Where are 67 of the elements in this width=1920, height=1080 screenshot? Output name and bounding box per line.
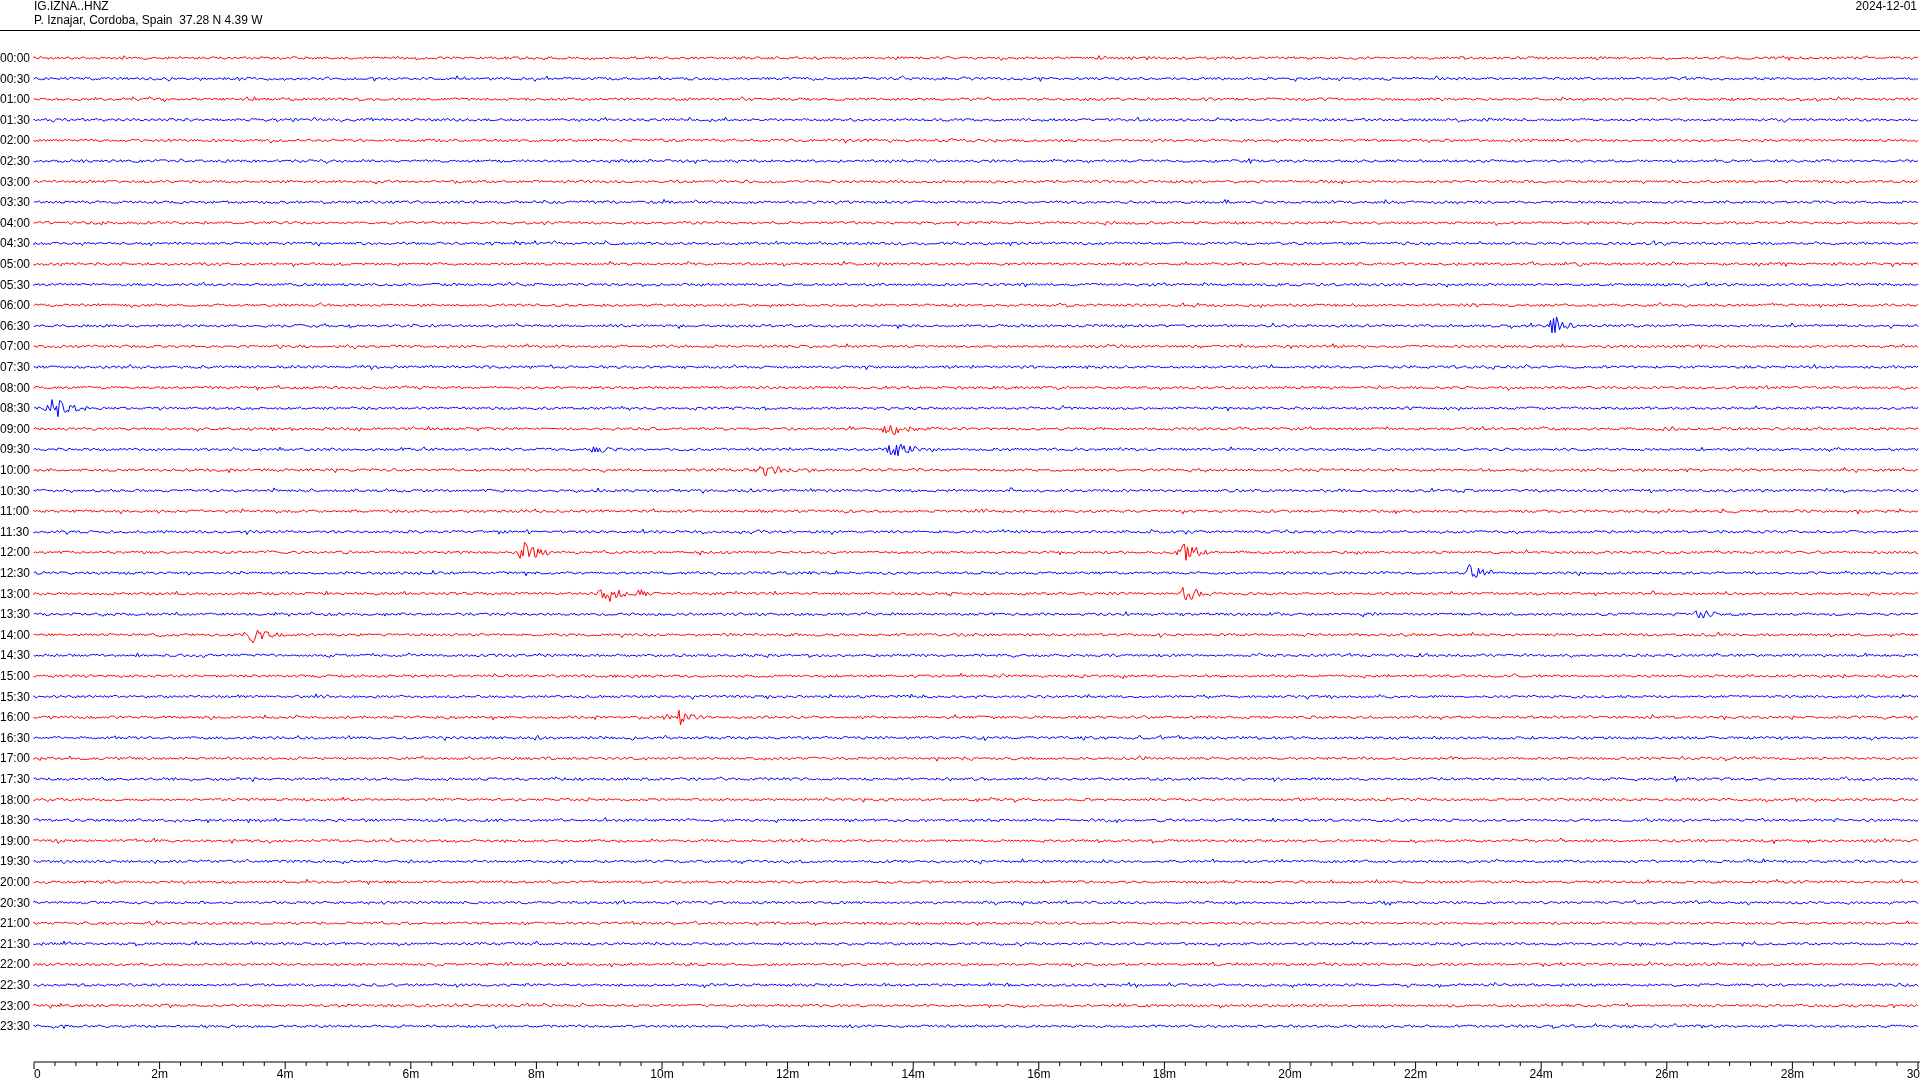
time-label: 04:00 bbox=[0, 215, 31, 230]
time-label: 06:00 bbox=[0, 298, 31, 313]
time-label: 11:30 bbox=[0, 524, 30, 539]
time-label: 13:00 bbox=[0, 586, 31, 601]
time-label: 09:30 bbox=[0, 442, 31, 457]
axis-tick-label: 24m bbox=[1529, 1067, 1553, 1080]
axis-tick-label: 20m bbox=[1278, 1067, 1302, 1080]
time-label: 02:00 bbox=[0, 133, 31, 148]
axis-tick-label: 10m bbox=[650, 1067, 674, 1080]
time-label: 08:00 bbox=[0, 380, 31, 395]
time-label: 18:30 bbox=[0, 813, 31, 828]
time-label: 14:30 bbox=[0, 648, 31, 663]
time-label: 00:30 bbox=[0, 71, 31, 86]
time-label: 15:00 bbox=[0, 669, 31, 683]
time-label: 04:30 bbox=[0, 236, 31, 251]
time-label: 01:00 bbox=[0, 92, 31, 107]
time-label: 05:30 bbox=[0, 277, 31, 292]
time-label: 12:30 bbox=[0, 566, 31, 580]
time-label: 09:00 bbox=[0, 421, 31, 436]
time-label: 21:30 bbox=[0, 936, 31, 951]
time-label: 12:00 bbox=[0, 545, 31, 560]
axis-tick-label: 8m bbox=[528, 1067, 545, 1080]
time-label: 19:00 bbox=[0, 833, 31, 848]
time-label: 23:00 bbox=[0, 998, 31, 1013]
axis-tick-label: 0 bbox=[34, 1067, 41, 1080]
axis-tick-label: 4m bbox=[276, 1067, 294, 1080]
time-label: 23:30 bbox=[0, 1019, 31, 1034]
time-label: 22:00 bbox=[0, 957, 31, 972]
time-label: 03:30 bbox=[0, 195, 31, 210]
station-code: IG.IZNA..HNZ bbox=[34, 0, 109, 13]
axis-tick-label: 30 bbox=[1906, 1067, 1920, 1080]
axis-tick-label: 2m bbox=[151, 1067, 168, 1080]
axis-tick-label: 12m bbox=[775, 1067, 800, 1080]
time-label: 19:30 bbox=[0, 854, 31, 869]
time-label: 07:30 bbox=[0, 360, 31, 374]
time-label: 10:00 bbox=[0, 463, 31, 477]
time-label: 17:00 bbox=[0, 751, 31, 766]
time-label: 11:00 bbox=[0, 504, 30, 519]
time-label: 00:00 bbox=[0, 51, 31, 65]
axis-tick-label: 18m bbox=[1152, 1067, 1177, 1080]
axis-tick-label: 6m bbox=[402, 1067, 420, 1080]
time-label: 10:30 bbox=[0, 483, 31, 498]
time-label: 13:30 bbox=[0, 607, 31, 622]
time-label: 01:30 bbox=[0, 112, 31, 127]
plot-date: 2024-12-01 bbox=[1855, 0, 1917, 13]
time-label: 20:00 bbox=[0, 875, 31, 889]
time-label: 22:30 bbox=[0, 978, 31, 992]
time-label: 21:00 bbox=[0, 916, 31, 931]
time-label: 17:30 bbox=[0, 772, 31, 786]
axis-tick-label: 28m bbox=[1780, 1067, 1805, 1080]
time-label: 03:00 bbox=[0, 174, 31, 189]
axis-tick-label: 16m bbox=[1027, 1067, 1051, 1080]
time-label: 05:00 bbox=[0, 257, 31, 271]
time-label: 02:30 bbox=[0, 154, 31, 168]
time-label: 16:00 bbox=[0, 710, 31, 725]
axis-tick-label: 14m bbox=[901, 1067, 925, 1080]
time-label: 07:00 bbox=[0, 339, 31, 354]
axis-tick-label: 22m bbox=[1403, 1067, 1428, 1080]
axis-tick-label: 26m bbox=[1655, 1067, 1679, 1080]
time-label: 20:30 bbox=[0, 895, 31, 910]
time-label: 18:00 bbox=[0, 792, 31, 807]
time-label: 15:30 bbox=[0, 689, 31, 704]
time-label: 08:30 bbox=[0, 401, 31, 416]
time-label: 16:30 bbox=[0, 730, 31, 745]
station-location: P. Iznajar, Cordoba, Spain 37.28 N 4.39 W bbox=[34, 13, 263, 27]
time-label: 06:30 bbox=[0, 318, 31, 333]
time-label: 14:00 bbox=[0, 627, 31, 642]
